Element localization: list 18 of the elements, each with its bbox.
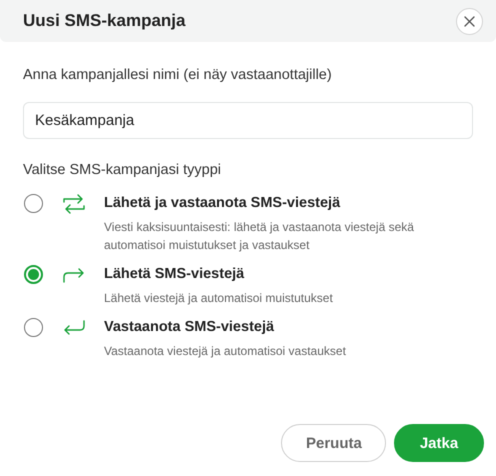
close-button[interactable] bbox=[456, 8, 483, 34]
name-input-field[interactable]: Kesäkampanja bbox=[23, 102, 473, 139]
option-description: Vastaanota viestejä ja automatisoi vastaukset bbox=[104, 343, 347, 360]
field-label: Anna kampanjallesi nimi (ei näy vastaanottajille) bbox=[23, 67, 333, 83]
dialog-title: Uusi SMS-kampanja bbox=[23, 11, 186, 31]
cancel-button[interactable]: Peruuta bbox=[281, 424, 386, 462]
option-description: Lähetä viestejä ja automatisoi muistutukset bbox=[104, 290, 334, 307]
continue-button[interactable]: Jatka bbox=[394, 424, 484, 462]
option-description: Viesti kaksisuuntaisesti: lähetä ja vastaanota viestejä sekä automatisoi muistutukset ja vastaukset bbox=[104, 219, 415, 254]
option-title: Lähetä ja vastaanota SMS-viestejä bbox=[104, 194, 342, 212]
radio-button[interactable] bbox=[24, 265, 43, 284]
group-label: Valitse SMS-kampanjasi tyyppi bbox=[23, 162, 222, 178]
radio-button[interactable] bbox=[24, 318, 43, 337]
option-title: Lähetä SMS-viestejä bbox=[104, 265, 246, 283]
close-icon bbox=[464, 16, 475, 26]
radio-button[interactable] bbox=[24, 194, 43, 213]
option-title: Vastaanota SMS-viestejä bbox=[104, 318, 276, 336]
swap-arrows-icon bbox=[62, 192, 86, 216]
